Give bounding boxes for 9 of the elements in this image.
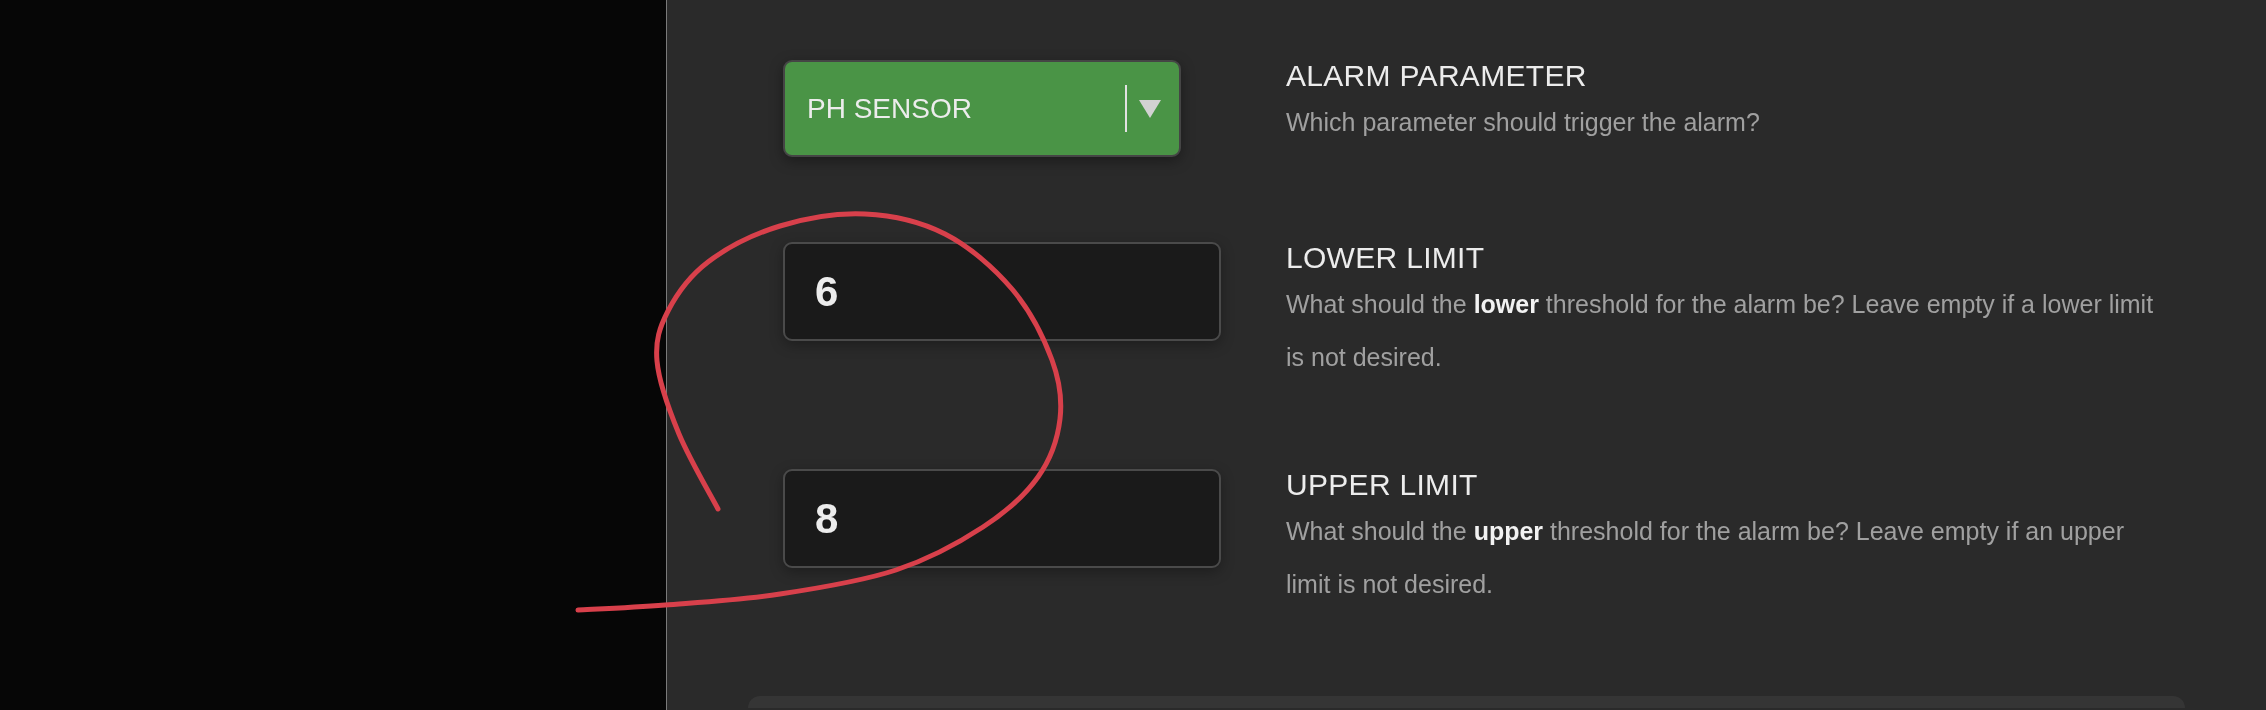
field-description: What should the lower threshold for the alarm be? Leave empty if a lower limit is not desired. (1286, 289, 2155, 373)
field-label: UPPER LIMIT (1286, 467, 1479, 503)
field-description: Which parameter should trigger the alarm? (1286, 107, 1761, 138)
number-field[interactable]: 8 (783, 469, 1221, 568)
caret-icon (1139, 99, 1161, 118)
field-label: LOWER LIMIT (1286, 240, 1486, 276)
field-description: What should the upper threshold for the alarm be? Leave empty if an upper limit is not desired. (1286, 516, 2125, 600)
number-field[interactable]: 6 (783, 242, 1221, 341)
field-label: ALARM PARAMETER (1286, 58, 1588, 94)
